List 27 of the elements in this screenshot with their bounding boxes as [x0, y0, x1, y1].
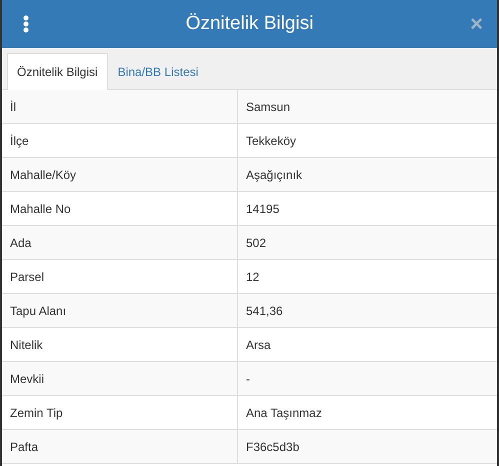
table-cell: 541,36 [237, 294, 497, 327]
table-cell-text: Parsel [9, 268, 46, 286]
table-cell: - [237, 362, 497, 395]
table-cell: Aşağıçınık [237, 158, 497, 191]
table-cell-text: Tapu Alanı [9, 302, 68, 320]
table-cell: Tekkeköy [237, 124, 497, 157]
table-cell-text: İl [9, 98, 17, 116]
tab[interactable]: Öznitelik Bilgisi [7, 53, 108, 90]
menu-icon[interactable] [23, 15, 29, 33]
table-cell-text: Mevkii [9, 370, 46, 388]
table-cell: 502 [237, 226, 497, 259]
window-title: Öznitelik Bilgisi [184, 13, 314, 35]
tab[interactable]: Bina/BB Listesi [108, 53, 208, 90]
table-cell: Samsun [237, 90, 497, 123]
table-cell-text: İlçe [9, 132, 30, 150]
table-cell-text: Pafta [9, 438, 40, 456]
close-button[interactable]: × [470, 13, 483, 35]
table-cell-text: Zemin Tip [9, 404, 64, 422]
table-cell-text: Mahalle No [9, 200, 72, 218]
table-cell: 12 [237, 260, 497, 293]
table-cell: Arsa [237, 328, 497, 361]
table-cell-text: Ada [9, 234, 32, 252]
table-cell: Ana Taşınmaz [237, 396, 497, 429]
table-cell: 14195 [237, 192, 497, 225]
table-cell-text: Mahalle/Köy [9, 166, 78, 184]
table-cell-text: Nitelik [9, 336, 44, 354]
table-cell: F36c5d3b [237, 430, 497, 463]
